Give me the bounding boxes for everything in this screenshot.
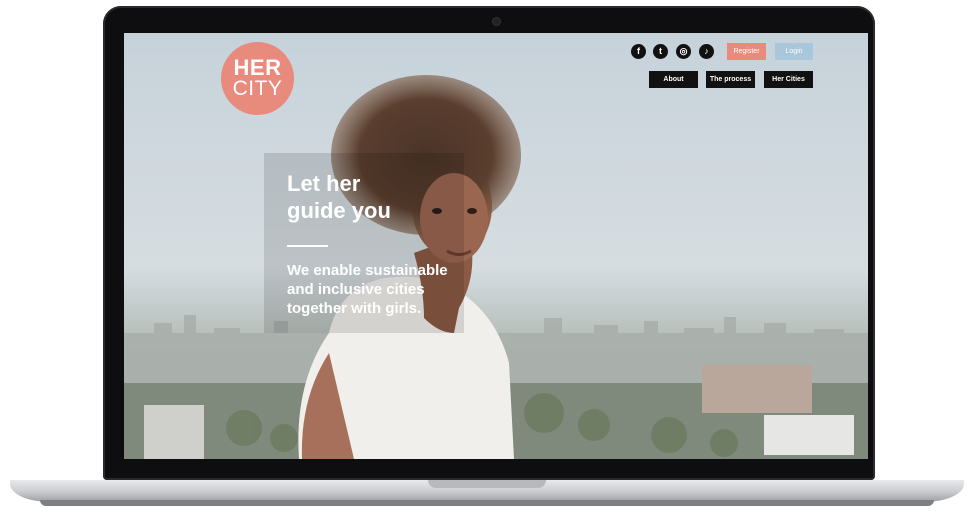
- nav-the-process[interactable]: The process: [706, 71, 755, 88]
- camera-icon: [493, 18, 500, 25]
- tagline-line-3: together with girls.: [287, 300, 422, 317]
- headline-divider: [287, 245, 328, 247]
- website-screen: HER CITY f t ◎ ♪ Register Login About Th…: [124, 33, 868, 459]
- hero-headline: Let her guide you: [287, 170, 391, 224]
- tagline-line-2: and inclusive cities: [287, 281, 425, 298]
- hercity-logo[interactable]: HER CITY: [221, 42, 294, 115]
- headline-line-1: Let her: [287, 171, 361, 196]
- login-button[interactable]: Login: [775, 43, 813, 60]
- nav-about[interactable]: About: [649, 71, 698, 88]
- nav-her-cities[interactable]: Her Cities: [764, 71, 813, 88]
- hero-tagline: We enable sustainable and inclusive citi…: [287, 261, 487, 318]
- logo-text-city: CITY: [232, 77, 283, 100]
- headline-line-2: guide you: [287, 198, 391, 223]
- facebook-icon[interactable]: f: [631, 44, 646, 59]
- twitter-icon[interactable]: t: [653, 44, 668, 59]
- tiktok-icon[interactable]: ♪: [699, 44, 714, 59]
- laptop-notch: [428, 480, 546, 488]
- tagline-line-1: We enable sustainable: [287, 262, 448, 279]
- laptop-base-shadow: [40, 500, 934, 506]
- register-button[interactable]: Register: [727, 43, 766, 60]
- instagram-icon[interactable]: ◎: [676, 44, 691, 59]
